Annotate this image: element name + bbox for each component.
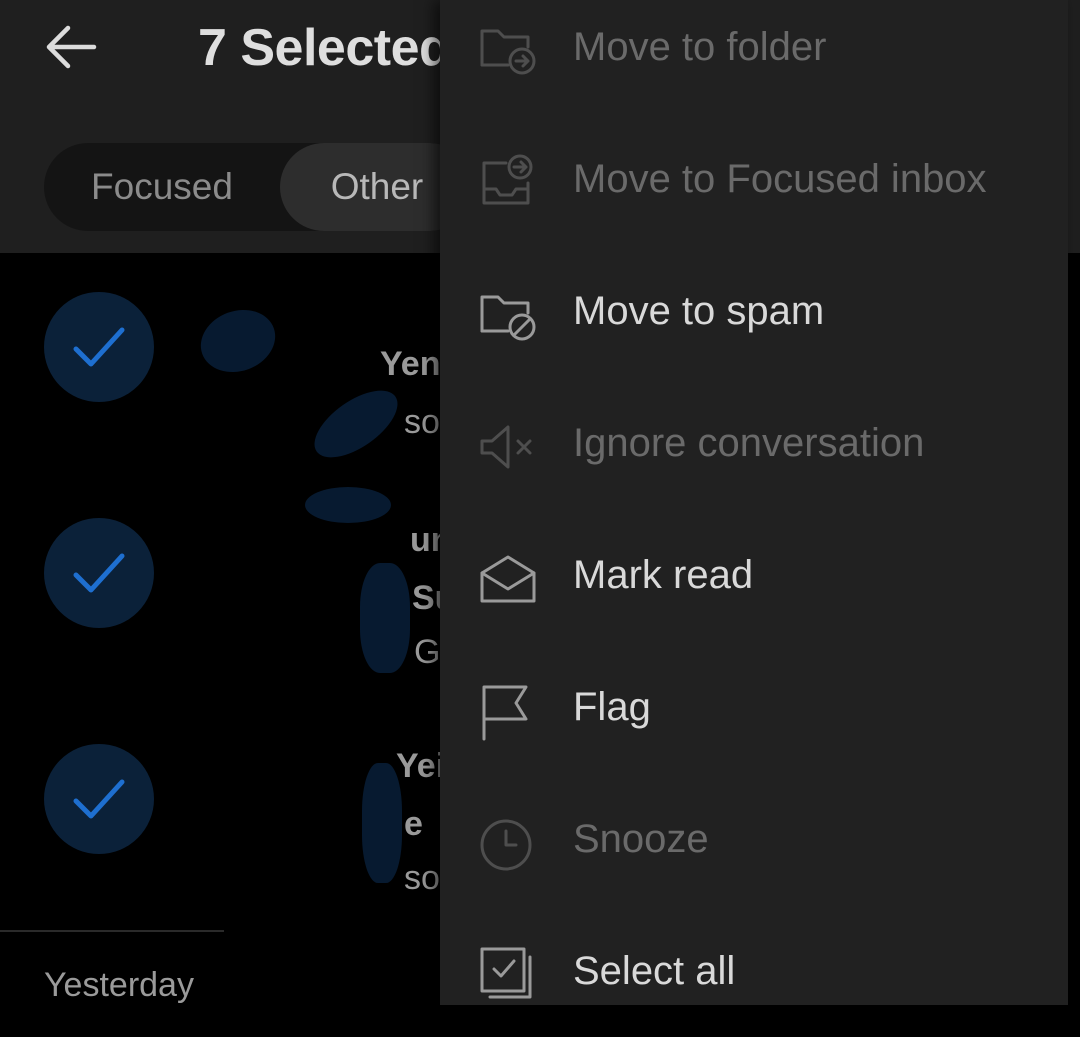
check-icon bbox=[73, 327, 125, 367]
menu-item-move-to-focused-inbox[interactable]: Move to Focused inbox bbox=[440, 113, 1068, 245]
select-all-icon bbox=[480, 947, 532, 999]
redaction-mark bbox=[192, 299, 284, 383]
actions-menu: Move to folder Move to Focused inbox Mov… bbox=[440, 0, 1068, 1005]
mute-icon bbox=[480, 425, 532, 469]
menu-item-mark-read[interactable]: Mark read bbox=[440, 509, 1068, 641]
selected-checkmark[interactable] bbox=[44, 744, 154, 854]
menu-item-ignore-conversation[interactable]: Ignore conversation bbox=[440, 377, 1068, 509]
menu-item-move-to-spam[interactable]: Move to spam bbox=[440, 245, 1068, 377]
flag-icon bbox=[482, 685, 528, 741]
menu-item-move-to-folder[interactable]: Move to folder bbox=[440, 0, 1068, 113]
menu-item-select-all[interactable]: Select all bbox=[440, 905, 1068, 1037]
inbox-segmented-control: Focused Other bbox=[44, 143, 474, 231]
section-divider bbox=[0, 930, 224, 932]
selected-checkmark[interactable] bbox=[44, 518, 154, 628]
menu-item-flag[interactable]: Flag bbox=[440, 641, 1068, 773]
menu-item-snooze[interactable]: Snooze bbox=[440, 773, 1068, 905]
envelope-open-icon bbox=[480, 555, 536, 603]
subject-fragment: so bbox=[404, 403, 440, 441]
tab-focused[interactable]: Focused bbox=[44, 143, 280, 231]
arrow-left-icon bbox=[46, 25, 97, 69]
check-icon bbox=[73, 553, 125, 593]
redaction-mark bbox=[360, 563, 410, 673]
preview-fragment: G bbox=[414, 633, 441, 671]
clock-icon bbox=[480, 819, 532, 871]
selected-checkmark[interactable] bbox=[44, 292, 154, 402]
page-title: 7 Selected bbox=[198, 19, 451, 77]
preview-fragment: so bbox=[404, 859, 440, 897]
redaction-mark bbox=[303, 377, 409, 471]
check-icon bbox=[73, 779, 125, 819]
sender-fragment: Yen bbox=[380, 345, 441, 383]
folder-move-icon bbox=[480, 29, 536, 75]
redaction-mark bbox=[305, 487, 391, 523]
folder-spam-icon bbox=[480, 295, 536, 341]
back-button[interactable] bbox=[44, 20, 100, 76]
section-header-yesterday: Yesterday bbox=[44, 966, 194, 1004]
sender-fragment: Yei bbox=[396, 747, 446, 785]
inbox-move-icon bbox=[482, 154, 533, 205]
subject-fragment: e bbox=[404, 805, 423, 843]
